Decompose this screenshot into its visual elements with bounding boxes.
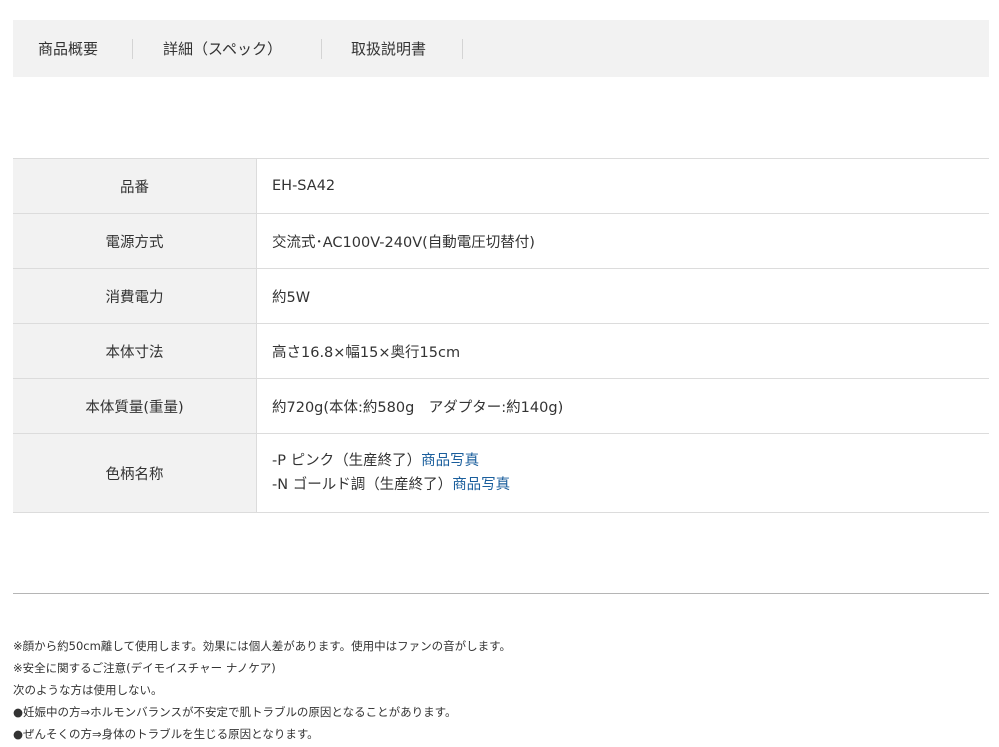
spec-value: 高さ16.8×幅15×奥行15cm [256, 323, 989, 379]
spec-row-model: 品番 EH-SA42 [13, 158, 989, 214]
spec-label: 消費電力 [13, 268, 257, 324]
spec-row-dimensions: 本体寸法 高さ16.8×幅15×奥行15cm [13, 323, 989, 379]
spec-value: 交流式･AC100V-240V(自動電圧切替付) [256, 213, 989, 269]
color-name: -P ピンク（生産終了） [272, 453, 422, 469]
tab-overview[interactable]: 商品概要 [38, 20, 98, 77]
tab-divider [462, 39, 463, 59]
tab-divider [132, 39, 133, 59]
note-line: 次のような方は使用しない。 [13, 683, 163, 697]
spec-label: 電源方式 [13, 213, 257, 269]
tab-bar: 商品概要 詳細（スペック） 取扱説明書 [13, 20, 989, 77]
color-item: -N ゴールド調（生産終了）商品写真 [272, 473, 989, 497]
notes: ※顔から約50cm離して使用します。効果には個人差があります。使用中はファンの音… [13, 635, 511, 745]
spec-row-weight: 本体質量(重量) 約720g(本体:約580g アダプター:約140g) [13, 378, 989, 434]
color-item: -P ピンク（生産終了）商品写真 [272, 449, 989, 473]
spec-label: 本体質量(重量) [13, 378, 257, 434]
tab-divider [321, 39, 322, 59]
spec-label: 品番 [13, 158, 257, 214]
product-photo-link[interactable]: 商品写真 [421, 453, 479, 469]
tab-manual[interactable]: 取扱説明書 [351, 20, 426, 77]
spec-value: 約5W [256, 268, 989, 324]
note-line: ●妊娠中の方⇒ホルモンバランスが不安定で肌トラブルの原因となることがあります。 [13, 705, 457, 719]
product-photo-link[interactable]: 商品写真 [452, 477, 510, 493]
spec-value: 約720g(本体:約580g アダプター:約140g) [256, 378, 989, 434]
spec-table: 品番 EH-SA42 電源方式 交流式･AC100V-240V(自動電圧切替付)… [13, 158, 989, 513]
section-divider [13, 593, 989, 594]
tab-details-spec[interactable]: 詳細（スペック） [163, 20, 282, 77]
spec-row-power-source: 電源方式 交流式･AC100V-240V(自動電圧切替付) [13, 213, 989, 269]
spec-row-power-consumption: 消費電力 約5W [13, 268, 989, 324]
note-line: ●ぜんそくの方⇒身体のトラブルを生じる原因となります。 [13, 727, 319, 741]
spec-value: EH-SA42 [256, 158, 989, 214]
spec-label: 色柄名称 [13, 433, 257, 513]
color-name: -N ゴールド調（生産終了） [272, 477, 453, 493]
spec-row-color: 色柄名称 -P ピンク（生産終了）商品写真 -N ゴールド調（生産終了）商品写真 [13, 433, 989, 513]
spec-value: -P ピンク（生産終了）商品写真 -N ゴールド調（生産終了）商品写真 [256, 433, 989, 513]
note-line: ※安全に関するご注意(デイモイスチャー ナノケア) [13, 661, 276, 675]
note-line: ※顔から約50cm離して使用します。効果には個人差があります。使用中はファンの音… [13, 639, 511, 653]
spec-label: 本体寸法 [13, 323, 257, 379]
